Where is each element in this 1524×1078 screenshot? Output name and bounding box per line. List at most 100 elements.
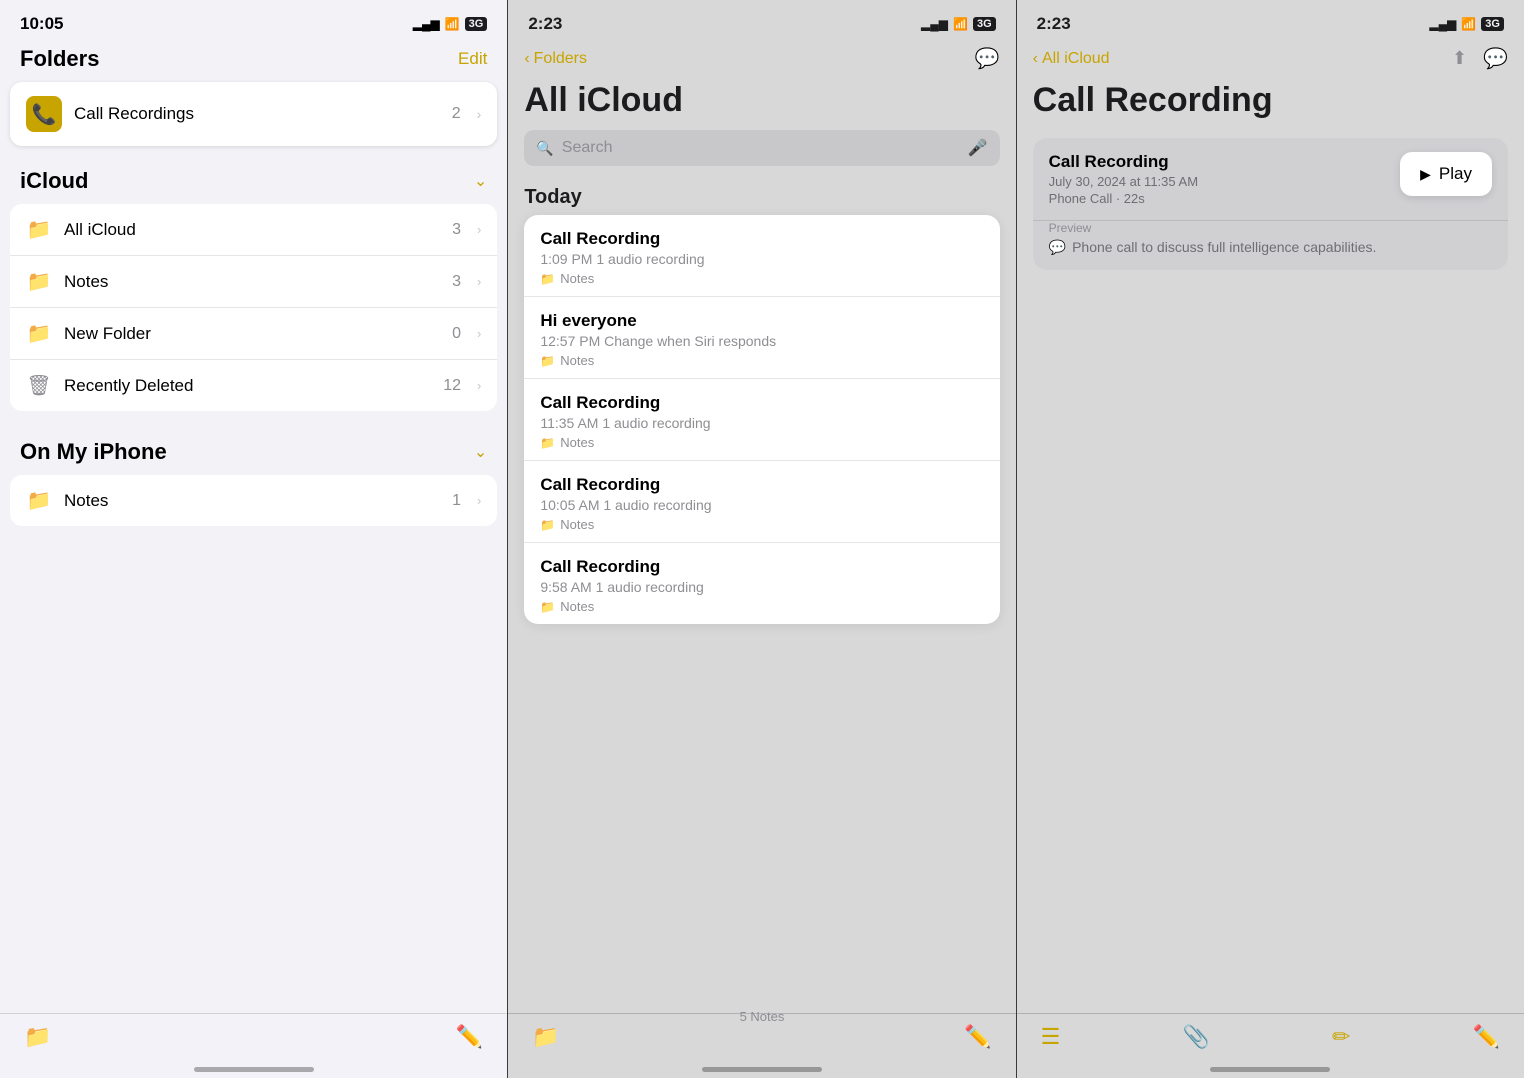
all-icloud-folder-icon: 📁 xyxy=(26,217,52,242)
today-section-label: Today xyxy=(508,178,1015,215)
recording-info: Call Recording July 30, 2024 at 11:35 AM… xyxy=(1049,152,1400,206)
icloud-folder-list: 📁 All iCloud 3 › 📁 Notes 3 › 📁 New Folde… xyxy=(10,204,497,411)
note-folder-label-4: Notes xyxy=(560,517,594,532)
note-folder-label-5: Notes xyxy=(560,599,594,614)
panel2-back-button[interactable]: ‹ Folders xyxy=(524,50,587,68)
search-placeholder: Search xyxy=(562,139,960,157)
edit-button[interactable]: Edit xyxy=(458,49,487,69)
note-folder-5: 📁 Notes xyxy=(540,599,983,614)
signal-icon-2: ▂▄▆ xyxy=(921,17,948,31)
icloud-section-header: iCloud ⌄ xyxy=(0,162,507,200)
preview-text: 💬 Phone call to discuss full intelligenc… xyxy=(1049,239,1492,256)
recording-card[interactable]: Call Recording July 30, 2024 at 11:35 AM… xyxy=(1033,138,1508,270)
new-folder[interactable]: 📁 New Folder 0 › xyxy=(10,308,497,360)
folders-title: Folders xyxy=(20,46,99,72)
note-item-3[interactable]: Call Recording 11:35 AM 1 audio recordin… xyxy=(524,379,999,461)
note-meta-1: 1:09 PM 1 audio recording xyxy=(540,251,983,267)
note-folder-icon-2: 📁 xyxy=(540,354,555,368)
back-chevron-2: ‹ xyxy=(524,50,529,68)
panel3-action-icon[interactable]: 💬 xyxy=(1483,46,1508,71)
panel3-nav-actions: ⬆ 💬 xyxy=(1452,46,1508,71)
mic-icon[interactable]: 🎤 xyxy=(968,138,988,158)
panel2-folder-icon[interactable]: 📁 xyxy=(532,1024,559,1050)
note-meta-3: 11:35 AM 1 audio recording xyxy=(540,415,983,431)
panel2-compose-icon[interactable]: ✏️ xyxy=(964,1024,991,1050)
home-indicator-1 xyxy=(194,1067,314,1072)
on-my-iphone-notes-name: Notes xyxy=(64,491,440,511)
panel3-compose-icon[interactable]: ✏️ xyxy=(1473,1024,1500,1050)
recording-title: Call Recording xyxy=(1049,152,1400,172)
time-1: 10:05 xyxy=(20,14,63,34)
panel2-action-icon[interactable]: 💬 xyxy=(975,46,1000,71)
new-folder-name: New Folder xyxy=(64,324,440,344)
note-folder-icon-1: 📁 xyxy=(540,272,555,286)
on-my-iphone-notes-folder[interactable]: 📁 Notes 1 › xyxy=(10,475,497,526)
notes-count: 3 xyxy=(452,273,461,291)
note-meta-5: 9:58 AM 1 audio recording xyxy=(540,579,983,595)
panel3-paperclip-icon[interactable]: 📎 xyxy=(1183,1024,1210,1050)
call-recordings-label: Call Recordings xyxy=(74,104,440,124)
battery-2: 3G xyxy=(973,17,996,31)
note-folder-label-2: Notes xyxy=(560,353,594,368)
new-folder-chevron: › xyxy=(477,326,481,341)
panel2-main-title: All iCloud xyxy=(524,81,999,120)
panel1-compose-icon[interactable]: ✏️ xyxy=(456,1024,483,1050)
note-meta-2: 12:57 PM Change when Siri responds xyxy=(540,333,983,349)
note-folder-icon-3: 📁 xyxy=(540,436,555,450)
panel2-nav: ‹ Folders 💬 xyxy=(508,42,1015,77)
note-item-5[interactable]: Call Recording 9:58 AM 1 audio recording… xyxy=(524,543,999,624)
on-my-iphone-collapse-icon[interactable]: ⌄ xyxy=(474,442,487,462)
status-icons-3: ▂▄▆ 📶 3G xyxy=(1429,17,1504,31)
on-my-iphone-section-header: On My iPhone ⌄ xyxy=(0,433,507,471)
recently-deleted-folder[interactable]: 🗑 Recently Deleted 12 › xyxy=(10,360,497,411)
note-item-2[interactable]: Hi everyone 12:57 PM Change when Siri re… xyxy=(524,297,999,379)
panel2-title-area: All iCloud xyxy=(508,77,1015,130)
call-recordings-row[interactable]: 📞 Call Recordings 2 › xyxy=(10,82,497,146)
notes-folder[interactable]: 📁 Notes 3 › xyxy=(10,256,497,308)
note-folder-icon-4: 📁 xyxy=(540,518,555,532)
note-item-4[interactable]: Call Recording 10:05 AM 1 audio recordin… xyxy=(524,461,999,543)
panel3-checklist-icon[interactable]: ☰ xyxy=(1041,1024,1061,1050)
icloud-section-title: iCloud xyxy=(20,168,88,194)
notes-chevron: › xyxy=(477,274,481,289)
preview-label: Preview xyxy=(1049,221,1492,235)
call-recordings-count: 2 xyxy=(452,105,461,123)
wifi-icon-2: 📶 xyxy=(953,17,968,31)
note-folder-icon-5: 📁 xyxy=(540,600,555,614)
note-title-1: Call Recording xyxy=(540,229,983,249)
share-icon[interactable]: ⬆ xyxy=(1452,48,1467,69)
all-icloud-folder[interactable]: 📁 All iCloud 3 › xyxy=(10,204,497,256)
note-title-4: Call Recording xyxy=(540,475,983,495)
status-bar-2: 2:23 ▂▄▆ 📶 3G xyxy=(508,0,1015,42)
status-bar-3: 2:23 ▂▄▆ 📶 3G xyxy=(1017,0,1524,42)
search-bar[interactable]: 🔍 Search 🎤 xyxy=(524,130,999,166)
battery-1: 3G xyxy=(465,17,488,31)
panel3-pen-icon[interactable]: ✏ xyxy=(1332,1024,1350,1050)
note-folder-3: 📁 Notes xyxy=(540,435,983,450)
recording-date: July 30, 2024 at 11:35 AM xyxy=(1049,174,1400,189)
note-folder-label-1: Notes xyxy=(560,271,594,286)
note-item-1[interactable]: Call Recording 1:09 PM 1 audio recording… xyxy=(524,215,999,297)
icloud-collapse-icon[interactable]: ⌄ xyxy=(474,171,487,191)
panel3-back-button[interactable]: ‹ All iCloud xyxy=(1033,50,1110,68)
wifi-icon-3: 📶 xyxy=(1461,17,1476,31)
panel3-title-area: Call Recording xyxy=(1017,77,1524,130)
status-bar-1: 10:05 ▂▄▆ 📶 3G xyxy=(0,0,507,42)
call-recording-panel: 2:23 ▂▄▆ 📶 3G ‹ All iCloud ⬆ 💬 Call Reco… xyxy=(1016,0,1524,1078)
recently-deleted-name: Recently Deleted xyxy=(64,376,431,396)
note-folder-1: 📁 Notes xyxy=(540,271,983,286)
folders-header: Folders Edit xyxy=(0,42,507,82)
call-recordings-chevron: › xyxy=(477,106,482,122)
note-title-3: Call Recording xyxy=(540,393,983,413)
new-folder-count: 0 xyxy=(452,325,461,343)
note-meta-4: 10:05 AM 1 audio recording xyxy=(540,497,983,513)
all-icloud-panel: 2:23 ▂▄▆ 📶 3G ‹ Folders 💬 All iCloud 🔍 S… xyxy=(507,0,1015,1078)
all-icloud-chevron: › xyxy=(477,222,481,237)
play-button[interactable]: ▶ Play xyxy=(1400,152,1492,196)
folders-panel: 10:05 ▂▄▆ 📶 3G Folders Edit 📞 Call Recor… xyxy=(0,0,507,1078)
new-folder-icon: 📁 xyxy=(26,321,52,346)
panel1-folder-icon[interactable]: 📁 xyxy=(24,1024,51,1050)
notes-folder-name: Notes xyxy=(64,272,440,292)
all-icloud-folder-name: All iCloud xyxy=(64,220,440,240)
trash-icon: 🗑 xyxy=(26,373,52,398)
